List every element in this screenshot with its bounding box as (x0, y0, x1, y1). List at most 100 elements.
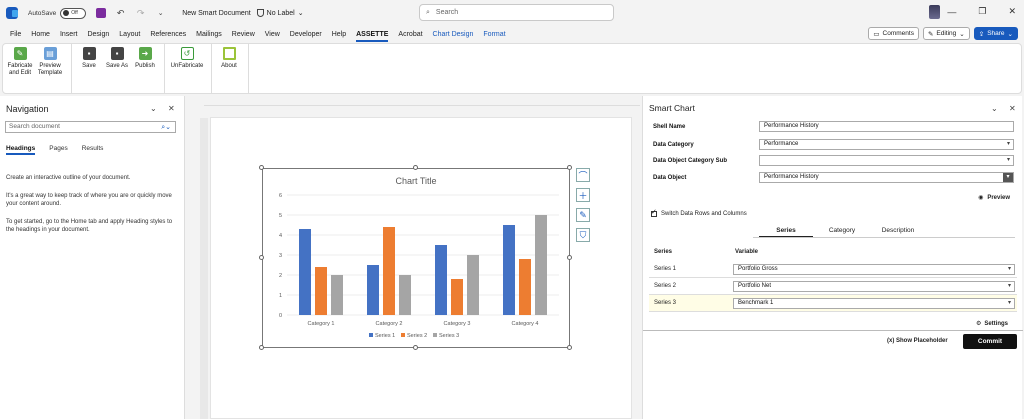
resize-handle[interactable] (259, 255, 264, 260)
x-tick-label: Category 2 (376, 321, 403, 327)
resize-handle[interactable] (259, 165, 264, 170)
navigation-pane: Navigation ⌄ ✕ Search document ⌕⌄ Headin… (0, 96, 185, 419)
tab-format[interactable]: Format (483, 29, 505, 40)
tab-home[interactable]: Home (31, 29, 50, 40)
save-button[interactable]: ▪ Save (76, 47, 102, 93)
publish-label: Publish (135, 63, 155, 69)
tab-category[interactable]: Category (825, 227, 859, 234)
tab-file[interactable]: File (10, 29, 21, 40)
editing-button[interactable]: ✎ Editing ⌄ (922, 27, 970, 40)
data-category-label: Data Category (653, 142, 694, 148)
tab-results[interactable]: Results (82, 145, 104, 152)
tab-view[interactable]: View (265, 29, 280, 40)
data-object-sub-select[interactable]: ▾ (759, 155, 1014, 166)
chart-styles-icon[interactable]: ✎ (576, 208, 590, 222)
tab-insert[interactable]: Insert (60, 29, 78, 40)
tab-series[interactable]: Series (759, 227, 813, 237)
avatar[interactable] (929, 5, 940, 19)
undo-icon[interactable]: ↶ (115, 8, 126, 19)
switch-rows-checkbox[interactable] (651, 208, 657, 217)
chart-title[interactable]: Chart Title (395, 176, 436, 186)
share-button[interactable]: ⇪ Share ⌄ (973, 27, 1018, 40)
tab-references[interactable]: References (150, 29, 186, 40)
resize-handle[interactable] (567, 165, 572, 170)
chevron-down-icon[interactable]: ⌄ (155, 8, 166, 19)
close-icon[interactable]: ✕ (1008, 6, 1016, 17)
preview-template-button[interactable]: ▤ Preview Template (35, 47, 65, 93)
tab-description[interactable]: Description (881, 227, 915, 234)
search-document-input[interactable]: Search document ⌕⌄ (5, 121, 176, 133)
show-placeholder-button[interactable]: (x) Show Placeholder (887, 338, 948, 344)
vertical-ruler[interactable] (200, 118, 208, 419)
comments-button[interactable]: ▭ Comments (868, 27, 919, 40)
resize-handle[interactable] (567, 345, 572, 350)
variable-select[interactable]: Benchmark 1 ▾ (733, 298, 1015, 309)
resize-handle[interactable] (413, 165, 418, 170)
save-as-icon: ▪ (110, 47, 124, 60)
chart-container[interactable]: Chart Title 0 1 2 3 4 5 6 Category 1 Category 2 C… (262, 168, 570, 348)
about-label: About (221, 63, 237, 69)
legend-label: Series 3 (439, 333, 459, 339)
chart-bar (519, 259, 531, 315)
data-category-select[interactable]: Performance ▾ (759, 139, 1014, 150)
ribbon-group-about: About (212, 44, 249, 93)
horizontal-ruler[interactable] (204, 97, 640, 106)
tab-design[interactable]: Design (87, 29, 109, 40)
publish-button[interactable]: ➜ Publish (132, 47, 158, 93)
commit-button[interactable]: Commit (963, 334, 1017, 349)
tab-pages[interactable]: Pages (49, 145, 67, 152)
preview-icon: ▤ (43, 47, 57, 60)
save-as-button[interactable]: ▪ Save As (104, 47, 130, 93)
chevron-down-icon[interactable]: ⌄ (150, 104, 157, 113)
tab-assette[interactable]: ASSETTE (356, 29, 389, 42)
document-title-area[interactable]: New Smart Document No Label ⌄ (182, 9, 304, 17)
chevron-down-icon: ▾ (1006, 157, 1010, 163)
resize-handle[interactable] (259, 345, 264, 350)
chart-filters-icon[interactable]: ⛉ (576, 228, 590, 242)
about-button[interactable]: About (216, 47, 242, 93)
resize-handle[interactable] (413, 345, 418, 350)
resize-handle[interactable] (567, 255, 572, 260)
close-icon[interactable]: ✕ (1009, 104, 1016, 113)
minimize-icon[interactable]: — (947, 7, 956, 17)
chart-bar (315, 267, 327, 315)
save-icon[interactable] (95, 8, 106, 19)
close-icon[interactable]: ✕ (168, 104, 175, 113)
tab-chart-design[interactable]: Chart Design (433, 29, 474, 40)
fabricate-and-edit-button[interactable]: ✎ Fabricate and Edit (7, 47, 33, 93)
chart-bar (299, 229, 311, 315)
settings-button[interactable]: ⚙ Settings (976, 320, 1008, 328)
tab-layout[interactable]: Layout (119, 29, 140, 40)
switch-rows-columns[interactable]: Switch Data Rows and Columns (651, 208, 747, 217)
tab-headings[interactable]: Headings (6, 145, 36, 155)
nav-tabs: Headings Pages Results (6, 145, 104, 155)
unfabricate-button[interactable]: ↺ UnFabricate (169, 47, 205, 93)
layout-options-icon[interactable]: ⌒ (576, 168, 590, 182)
menu-right-actions: ▭ Comments ✎ Editing ⌄ ⇪ Share ⌄ (868, 27, 1018, 40)
sensitivity-label[interactable]: No Label ⌄ (256, 9, 304, 17)
chart-elements-icon[interactable]: ＋ (576, 188, 590, 202)
smart-chart-title: Smart Chart (649, 103, 695, 113)
preview-button[interactable]: ◉ Preview (978, 194, 1010, 202)
save-label: Save (82, 63, 96, 69)
data-object-select[interactable]: Performance History ▾ (759, 172, 1014, 183)
ribbon-group-unfabricate: ↺ UnFabricate (165, 44, 212, 93)
search-icon[interactable]: ⌕⌄ (161, 123, 171, 133)
shell-name-input[interactable]: Performance History (759, 121, 1014, 132)
tab-review[interactable]: Review (232, 29, 255, 40)
restore-icon[interactable]: ❐ (978, 6, 986, 17)
tab-acrobat[interactable]: Acrobat (398, 29, 422, 40)
autosave-toggle[interactable]: Off (60, 7, 87, 19)
nav-scrollbar[interactable] (186, 96, 196, 419)
tab-developer[interactable]: Developer (290, 29, 322, 40)
tab-mailings[interactable]: Mailings (196, 29, 222, 40)
search-input[interactable]: ⌕ Search (419, 4, 614, 21)
variable-select[interactable]: Portfolio Gross ▾ (733, 264, 1015, 275)
tab-help[interactable]: Help (332, 29, 346, 40)
chevron-down-icon[interactable]: ▾ (1003, 173, 1013, 182)
chevron-down-icon: ▾ (1007, 283, 1011, 289)
chevron-down-icon[interactable]: ⌄ (991, 104, 998, 113)
variable-select[interactable]: Portfolio Net ▾ (733, 281, 1015, 292)
chart-bar (399, 275, 411, 315)
redo-icon[interactable]: ↷ (135, 8, 146, 19)
